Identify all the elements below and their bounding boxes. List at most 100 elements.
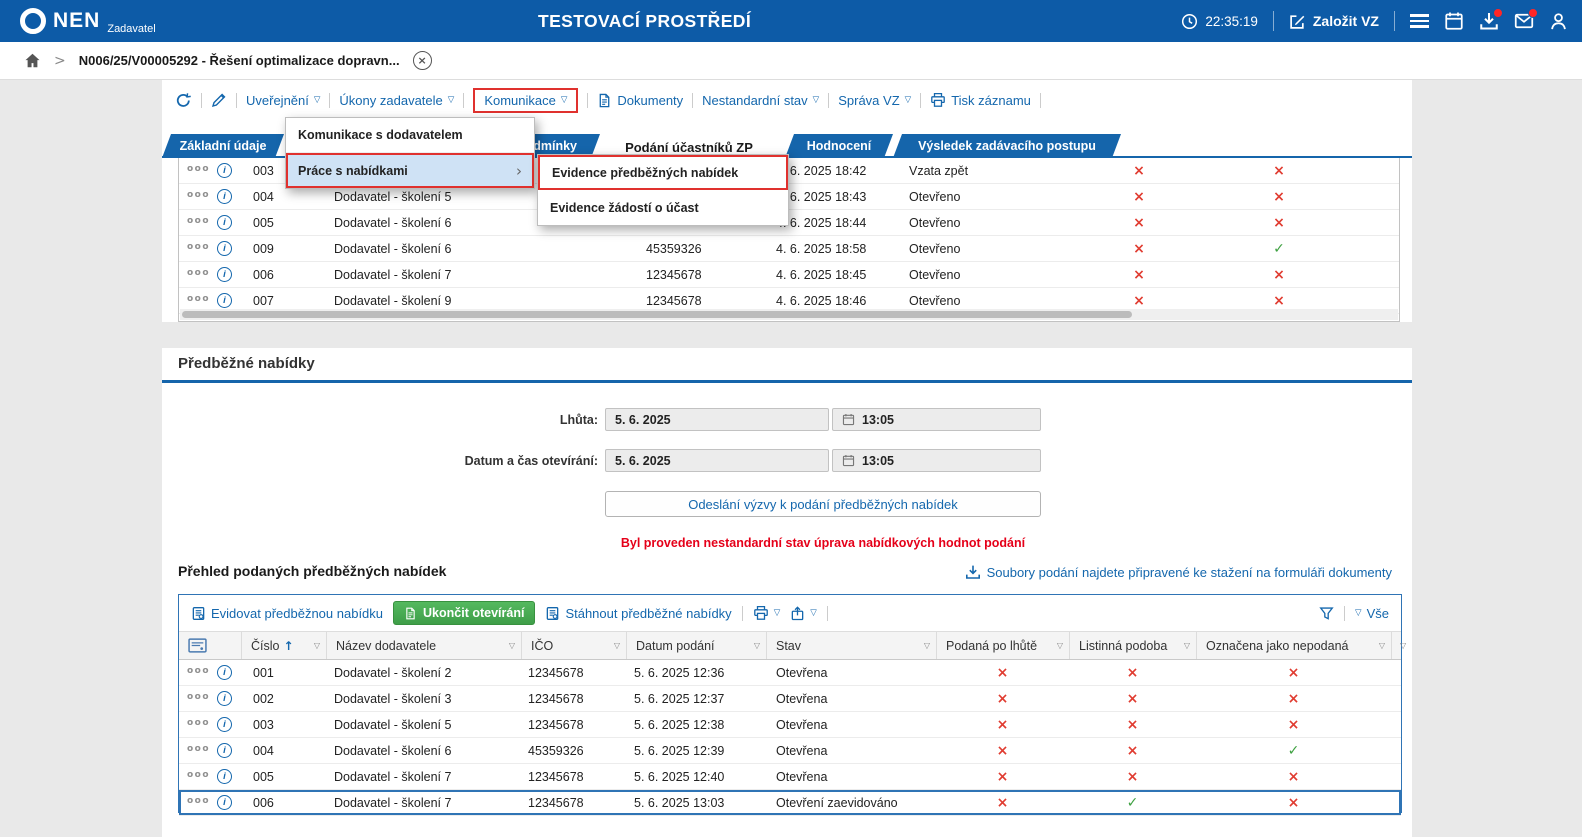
menu-item-evidence-predbeznych-nabidek[interactable]: Evidence předběžných nabídek: [538, 155, 788, 190]
deadline-time-field[interactable]: 13:05: [832, 408, 1041, 431]
ukoncit-otevirani-button[interactable]: Ukončit otevírání: [393, 601, 535, 625]
refresh-button[interactable]: [175, 92, 192, 109]
filter-icon[interactable]: ▽: [918, 641, 930, 650]
filter-icon[interactable]: ▽: [1178, 641, 1190, 650]
separator: [827, 606, 828, 621]
table-row[interactable]: ooo i 003 Dodavatel - školení 5 12345678…: [179, 712, 1401, 738]
row-menu-icon[interactable]: ooo: [187, 770, 210, 780]
row-menu-icon[interactable]: ooo: [187, 216, 210, 226]
filter-icon[interactable]: ▽: [1051, 641, 1063, 650]
info-icon[interactable]: i: [217, 665, 232, 680]
row-menu-icon[interactable]: ooo: [187, 718, 210, 728]
table-row[interactable]: ooo i 005 Dodavatel - školení 7 12345678…: [179, 764, 1401, 790]
evidovat-nabidku-button[interactable]: Evidovat předběžnou nabídku: [191, 606, 383, 621]
filter-icon[interactable]: ▽: [1394, 641, 1406, 650]
row-menu-icon[interactable]: ooo: [187, 164, 210, 174]
cell-paper-flag: ×: [1257, 184, 1301, 209]
export-button[interactable]: ▽: [790, 606, 817, 621]
row-menu-icon[interactable]: ooo: [187, 294, 210, 304]
info-icon[interactable]: i: [217, 717, 232, 732]
create-vz-button[interactable]: Založit VZ: [1289, 13, 1379, 30]
col-header-tail[interactable]: ▽: [1391, 632, 1401, 659]
cell-late-flag: ×: [1117, 210, 1161, 235]
col-header-cislo[interactable]: Číslo↑▽: [241, 632, 326, 659]
row-menu-icon[interactable]: ooo: [187, 796, 210, 806]
deadline-date-field[interactable]: 5. 6. 2025: [605, 408, 829, 431]
menu-uverejneni[interactable]: Uveřejnění▽: [246, 93, 320, 108]
menu-sprava-vz[interactable]: Správa VZ▽: [838, 93, 911, 108]
stahnout-nabidky-button[interactable]: Stáhnout předběžné nabídky: [545, 606, 731, 621]
info-icon[interactable]: i: [217, 691, 232, 706]
table-row[interactable]: ooo i 001 Dodavatel - školení 2 12345678…: [179, 660, 1401, 686]
edit-button[interactable]: [211, 92, 227, 108]
col-header-stav[interactable]: Stav▽: [766, 632, 936, 659]
home-button[interactable]: [24, 52, 41, 69]
filter-icon[interactable]: ▽: [748, 641, 760, 650]
col-header-lhuta[interactable]: Podaná po lhůtě▽: [936, 632, 1069, 659]
filter-icon[interactable]: ▽: [308, 641, 320, 650]
col-header-listinna[interactable]: Listinná podoba▽: [1069, 632, 1196, 659]
menu-item-evidence-zadosti-o-ucast[interactable]: Evidence žádostí o účast: [538, 190, 788, 225]
info-icon[interactable]: i: [217, 795, 232, 810]
info-icon[interactable]: i: [217, 293, 232, 308]
info-icon[interactable]: i: [217, 189, 232, 204]
opening-date-field[interactable]: 5. 6. 2025: [605, 449, 829, 472]
cell-supplier: Dodavatel - školení 5: [334, 712, 451, 737]
info-icon[interactable]: i: [217, 743, 232, 758]
menu-ukony-zadavatele[interactable]: Úkony zadavatele▽: [339, 93, 454, 108]
filter-button[interactable]: [1319, 606, 1334, 621]
table-row[interactable]: ooo i 009 Dodavatel - školení 6 45359326…: [179, 236, 1399, 262]
table-row[interactable]: ooo i 005 Dodavatel - školení 6 4. 6. 20…: [179, 210, 1399, 236]
filter-icon[interactable]: ▽: [1373, 641, 1385, 650]
hamburger-menu-icon[interactable]: [1410, 14, 1429, 28]
table-row[interactable]: ooo i 002 Dodavatel - školení 3 12345678…: [179, 686, 1401, 712]
send-call-button[interactable]: Odeslání výzvy k podání předběžných nabí…: [605, 491, 1041, 517]
menu-nestandardni-stav[interactable]: Nestandardní stav▽: [702, 93, 819, 108]
filter-icon[interactable]: ▽: [503, 641, 515, 650]
row-menu-icon[interactable]: ooo: [187, 666, 210, 676]
scrollbar-thumb[interactable]: [182, 311, 1132, 318]
filter-icon[interactable]: ▽: [608, 641, 620, 650]
menu-komunikace[interactable]: Komunikace▽: [473, 88, 578, 113]
menu-item-prace-s-nabidkami[interactable]: Práce s nabídkami ›: [286, 153, 534, 188]
table-row-selected[interactable]: ooo i 006 Dodavatel - školení 7 12345678…: [179, 790, 1401, 816]
info-icon[interactable]: i: [217, 163, 232, 178]
col-header-nazev[interactable]: Název dodavatele▽: [326, 632, 521, 659]
column-settings-button[interactable]: [179, 632, 241, 659]
row-menu-icon[interactable]: ooo: [187, 242, 210, 252]
info-icon[interactable]: i: [217, 241, 232, 256]
nen-logo[interactable]: NEN Zadavatel: [20, 0, 156, 42]
menu-item-komunikace-s-dodavatelem[interactable]: Komunikace s dodavatelem: [286, 118, 534, 153]
download-files-link[interactable]: Soubory podání najdete připravené ke sta…: [965, 564, 1392, 580]
sort-asc-icon[interactable]: ↑: [283, 639, 293, 653]
close-record-icon[interactable]: ×: [413, 51, 432, 70]
info-icon[interactable]: i: [217, 267, 232, 282]
print-record-button[interactable]: Tisk záznamu: [930, 92, 1031, 108]
messages-button[interactable]: [1514, 11, 1534, 31]
info-icon[interactable]: i: [217, 769, 232, 784]
calendar-button[interactable]: [1444, 11, 1464, 31]
view-all-selector[interactable]: ▽ Vše: [1355, 606, 1389, 621]
opening-time-field[interactable]: 13:05: [832, 449, 1041, 472]
horizontal-scrollbar[interactable]: [180, 309, 1398, 320]
row-menu-icon[interactable]: ooo: [187, 190, 210, 200]
row-menu-icon[interactable]: ooo: [187, 268, 210, 278]
col-header-ico[interactable]: IČO▽: [521, 632, 626, 659]
row-menu-icon[interactable]: ooo: [187, 744, 210, 754]
table-row[interactable]: ooo i 006 Dodavatel - školení 7 12345678…: [179, 262, 1399, 288]
record-breadcrumb-title[interactable]: N006/25/V00005292 - Řešení optimalizace …: [79, 53, 400, 68]
tab-hodnoceni[interactable]: Hodnocení: [785, 134, 893, 158]
row-menu-icon[interactable]: ooo: [187, 692, 210, 702]
col-header-datum[interactable]: Datum podání▽: [626, 632, 766, 659]
col-header-oznacena[interactable]: Označena jako nepodaná▽: [1196, 632, 1391, 659]
print-table-button[interactable]: ▽: [753, 605, 781, 621]
cell-ico: 12345678: [528, 712, 584, 737]
downloads-button[interactable]: [1479, 11, 1499, 31]
table-row[interactable]: ooo i 004 Dodavatel - školení 6 45359326…: [179, 738, 1401, 764]
info-icon[interactable]: i: [217, 215, 232, 230]
cell-ico: 12345678: [528, 764, 584, 789]
menu-dokumenty[interactable]: Dokumenty: [597, 93, 683, 108]
tab-vysledek[interactable]: Výsledek zadávacího postupu: [893, 134, 1121, 158]
tab-zakladni-udaje[interactable]: Základní údaje: [162, 134, 284, 158]
profile-button[interactable]: [1549, 12, 1568, 31]
